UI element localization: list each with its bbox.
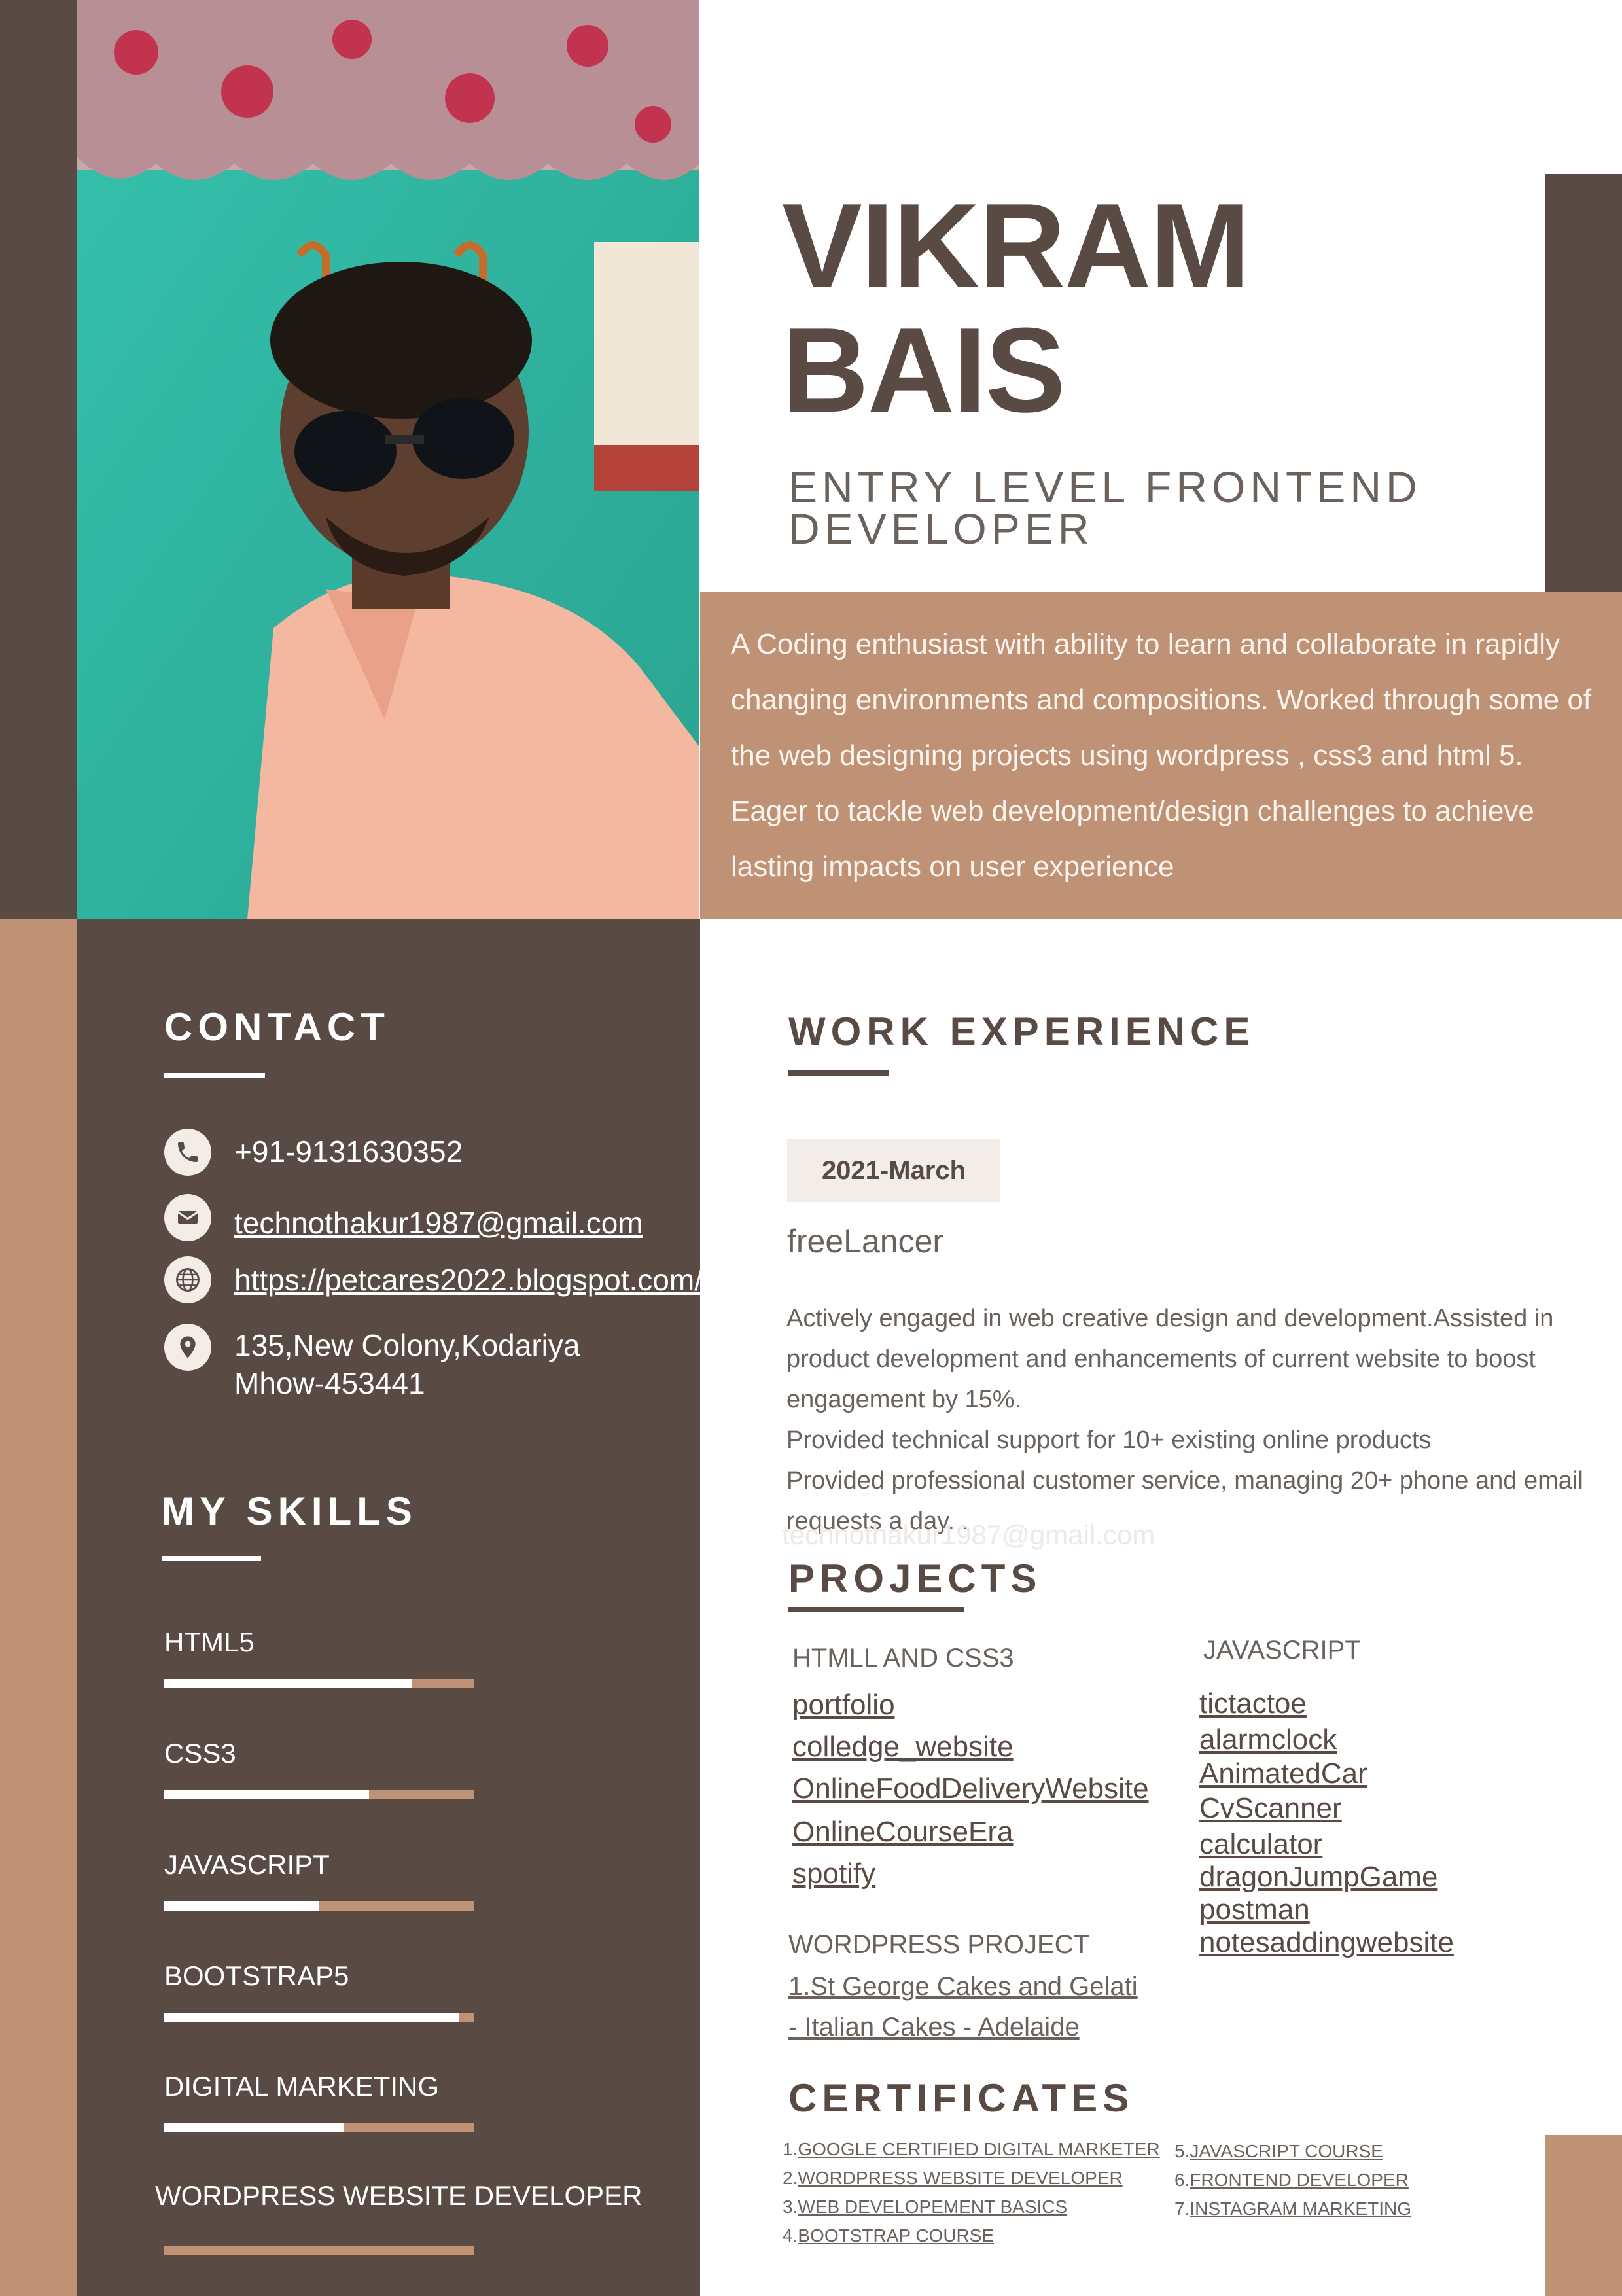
javascript-projects-list: tictactoe alarmclock AnimatedCar CvScann… [1199, 1686, 1454, 1957]
left-accent-strip-dark [0, 0, 77, 919]
contact-phone: +91-9131630352 [234, 1135, 463, 1169]
skill-level-fill [164, 2013, 459, 2022]
skill-level-bar [164, 1679, 474, 1688]
skill-level-bar [164, 1901, 474, 1911]
name-heading: VIKRAM BAIS [782, 178, 1250, 437]
javascript-projects-title: JAVASCRIPT [1203, 1636, 1361, 1665]
skill-level-bar [164, 1790, 474, 1799]
projects-heading: PROJECTS [788, 1557, 1042, 1600]
certificate-item[interactable]: 2.WORDPRESS WEBSITE DEVELOPER [783, 2164, 1160, 2193]
skill-level-fill [164, 2123, 344, 2132]
skill-level-fill [164, 1790, 369, 1799]
phone-icon [164, 1129, 211, 1176]
wordpress-project-line-1[interactable]: 1.St George Cakes and Gelati [788, 1966, 1138, 2007]
role-line-2: DEVELOPER [788, 504, 1094, 553]
work-date-badge: 2021-March [787, 1139, 1000, 1202]
summary-text: A Coding enthusiast with ability to lear… [731, 628, 1592, 883]
wordpress-project-title: WORDPRESS PROJECT [788, 1930, 1090, 1959]
certificate-item[interactable]: 6.FRONTEND DEVELOPER [1174, 2166, 1411, 2195]
html-css-projects-title: HTMLL AND CSS3 [792, 1644, 1014, 1672]
job-desc-line: Provided professional customer service, … [786, 1467, 1583, 1494]
location-pin-icon [164, 1324, 211, 1371]
project-link-notes-adding-website[interactable]: notesaddingwebsite [1199, 1928, 1454, 1957]
skill-level-fill [164, 1679, 412, 1688]
project-link-spotify[interactable]: spotify [792, 1856, 1149, 1892]
work-experience-heading-rule [788, 1070, 889, 1076]
job-title: freeLancer [787, 1223, 944, 1260]
skill-level-bar [164, 2246, 474, 2255]
job-desc-line: Provided technical support for 10+ exist… [786, 1426, 1432, 1454]
job-desc-line: Actively engaged in web creative design … [786, 1305, 1554, 1332]
contact-heading: CONTACT [164, 1005, 390, 1049]
contact-address: 135,New Colony,Kodariya Mhow-453441 [234, 1326, 580, 1402]
project-link-dragon-jump-game[interactable]: dragonJumpGame [1199, 1862, 1454, 1892]
role-line-1: ENTRY LEVEL FRONTEND [788, 463, 1422, 511]
job-description: Actively engaged in web creative design … [786, 1298, 1622, 1542]
certificates-list-left: 1.GOOGLE CERTIFIED DIGITAL MARKETER 2.WO… [783, 2135, 1160, 2250]
contact-website-link[interactable]: https://petcares2022.blogspot.com/ [234, 1261, 703, 1299]
wordpress-project-line-2[interactable]: - Italian Cakes - Adelaide [788, 2007, 1138, 2047]
wordpress-project-link[interactable]: 1.St George Cakes and Gelati - Italian C… [788, 1966, 1138, 2047]
certificate-item[interactable]: 1.GOOGLE CERTIFIED DIGITAL MARKETER [783, 2135, 1160, 2164]
project-link-postman[interactable]: postman [1199, 1892, 1454, 1928]
contact-heading-rule [164, 1073, 265, 1078]
skills-heading-rule [162, 1556, 261, 1561]
certificate-item[interactable]: 4.BOOTSTRAP COURSE [783, 2221, 1160, 2250]
certificate-item[interactable]: 7.INSTAGRAM MARKETING [1174, 2195, 1411, 2223]
project-link-online-food-delivery[interactable]: OnlineFoodDeliveryWebsite [792, 1771, 1149, 1807]
project-link-colledge-website[interactable]: colledge_website [792, 1729, 1149, 1765]
left-accent-strip-tan [0, 919, 77, 2296]
work-experience-heading: WORK EXPERIENCE [788, 1010, 1256, 1053]
right-accent-bar-dark [1545, 174, 1622, 592]
project-link-alarmclock[interactable]: alarmclock [1199, 1722, 1454, 1757]
skill-level-bar [164, 2013, 474, 2022]
faded-email-text: technothakur1987@gmail.com [782, 1519, 1155, 1550]
project-link-tictactoe[interactable]: tictactoe [1199, 1686, 1454, 1722]
skill-level-bar [164, 2123, 474, 2132]
certificate-item[interactable]: 3.WEB DEVELOPEMENT BASICS [783, 2193, 1160, 2221]
address-line-2: Mhow-453441 [234, 1366, 425, 1400]
contact-email-link[interactable]: technothakur1987@gmail.com [234, 1204, 643, 1242]
certificates-heading: CERTIFICATES [788, 2076, 1135, 2120]
skills-heading: MY SKILLS [162, 1489, 417, 1533]
project-link-online-course-era[interactable]: OnlineCourseEra [792, 1814, 1149, 1850]
skill-label: CSS3 [164, 1738, 236, 1769]
job-desc-line: product development and enhancements of … [786, 1345, 1536, 1373]
project-link-portfolio[interactable]: portfolio [792, 1687, 1149, 1723]
skill-label: DIGITAL MARKETING [164, 2071, 440, 2102]
profile-photo-illustration [77, 0, 699, 919]
project-link-calculator[interactable]: calculator [1199, 1826, 1454, 1862]
job-desc-line: engagement by 15%. [786, 1386, 1022, 1413]
address-line-1: 135,New Colony,Kodariya [234, 1328, 580, 1362]
project-link-animated-car[interactable]: AnimatedCar [1199, 1757, 1454, 1790]
profile-photo [77, 0, 699, 919]
project-link-cvscanner[interactable]: CvScanner [1199, 1790, 1454, 1826]
skill-label: JAVASCRIPT [164, 1849, 330, 1880]
certificates-list-right: 5.JAVASCRIPT COURSE 6.FRONTEND DEVELOPER… [1174, 2137, 1411, 2223]
certificate-item[interactable]: 5.JAVASCRIPT COURSE [1174, 2137, 1411, 2166]
email-icon [164, 1194, 211, 1241]
skill-level-fill [164, 1901, 319, 1911]
last-name: BAIS [782, 302, 1066, 437]
role-title: ENTRY LEVEL FRONTEND DEVELOPER [788, 463, 1541, 553]
skill-label: HTML5 [164, 1627, 255, 1657]
skill-label: BOOTSTRAP5 [164, 1960, 349, 1991]
first-name: VIKRAM [782, 178, 1250, 313]
html-css-projects-list: portfolio colledge_website OnlineFoodDel… [792, 1687, 1149, 1892]
right-accent-bar-tan [1545, 2135, 1622, 2296]
projects-heading-rule [788, 1607, 964, 1612]
skill-label: WORDPRESS WEBSITE DEVELOPER [155, 2180, 643, 2211]
globe-icon [164, 1256, 211, 1303]
